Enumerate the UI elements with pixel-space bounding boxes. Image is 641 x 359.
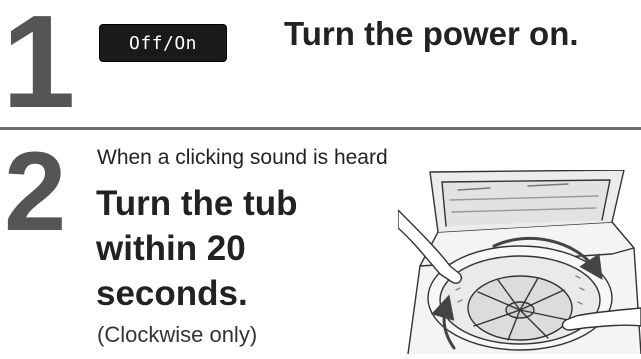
off-on-button: Off/On xyxy=(99,24,227,62)
step-1-number: 1 xyxy=(2,0,75,135)
step-2-note: (Clockwise only) xyxy=(97,322,258,347)
step-2-title-line-2: within 20 xyxy=(96,229,246,268)
step-1-title: Turn the power on. xyxy=(284,15,579,52)
step-2-condition: When a clicking sound is heard xyxy=(97,146,388,169)
step-2-title-line-3: seconds. xyxy=(96,274,248,313)
section-divider xyxy=(0,127,641,130)
step-2-number: 2 xyxy=(4,129,67,254)
off-on-button-label: Off/On xyxy=(128,32,198,54)
step-2-title-line-1: Turn the tub xyxy=(96,184,298,223)
washing-machine-tub-rotation-icon xyxy=(397,169,641,355)
